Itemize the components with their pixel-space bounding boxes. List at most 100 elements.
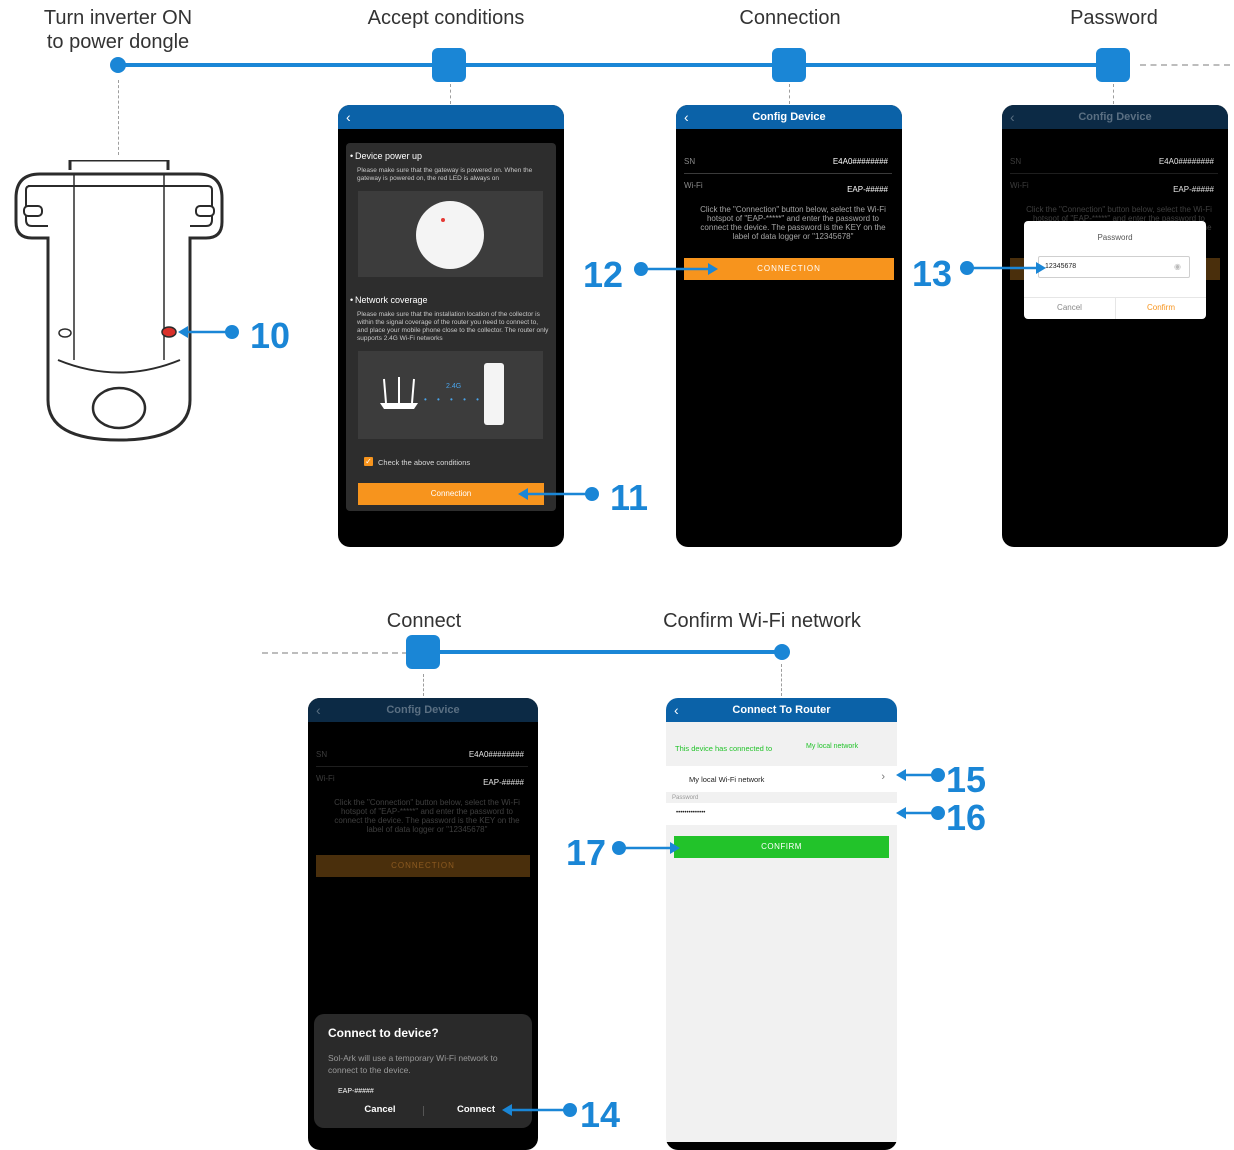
back-icon[interactable]: ‹ (346, 105, 351, 129)
router-icon (380, 377, 418, 409)
sn-divider (316, 766, 528, 767)
connection-button[interactable]: CONNECTION (316, 855, 530, 877)
phone-confirm-wifi: ‹ Connect To Router This device has conn… (666, 698, 897, 1150)
section2-text: Please make sure that the installation l… (357, 311, 549, 342)
connect-cancel-button[interactable]: Cancel (334, 1104, 426, 1115)
callout-arrow-12 (634, 262, 718, 276)
phone3-title: Config Device (1078, 111, 1152, 123)
timeline-node-connect (406, 635, 440, 669)
network-name: My local Wi-Fi network (689, 775, 765, 784)
callout-number-14: 14 (580, 1094, 621, 1135)
callout-arrow-16 (896, 806, 945, 820)
phone3-header: ‹ Config Device (1002, 105, 1228, 129)
band-label: 2.4G (446, 383, 462, 390)
collector-icon (484, 363, 504, 425)
wifi-password-input[interactable]: •••••••••••••• (666, 803, 897, 825)
connection-button[interactable]: Connection (358, 483, 544, 505)
timeline-end-dot (774, 644, 790, 660)
sn-row: SN E4A0######## (1010, 157, 1214, 166)
sn-label: SN (316, 750, 328, 759)
callout-number-12: 12 (583, 254, 624, 295)
step-label-connection: Connection (739, 7, 841, 29)
dongle-illustration (14, 160, 224, 442)
phone-connect: ‹ Config Device SN E4A0######## Wi-Fi EA… (308, 698, 538, 1150)
led-dot-icon (441, 218, 445, 222)
step-label-power: Turn inverter ON to power dongle (18, 6, 218, 54)
phone-connection: ‹ Config Device SN E4A0######## Wi-Fi EA… (676, 105, 902, 547)
step-label-power-line1: Turn inverter ON (43, 7, 193, 29)
step-label-password: Password (1070, 7, 1158, 29)
password-label: Password (672, 795, 699, 801)
section2-title: Network coverage (355, 295, 428, 305)
chevron-right-icon: › (881, 771, 885, 783)
phone2-header: ‹ Config Device (676, 105, 902, 129)
wifi-label: Wi-Fi (1010, 181, 1029, 190)
network-select[interactable]: My local Wi-Fi network › (666, 766, 897, 792)
connect-dialog-text: Sol-Ark will use a temporary Wi-Fi netwo… (328, 1053, 498, 1075)
phone-accept-conditions: ‹ Device power up • Please make sure tha… (338, 105, 564, 547)
section1-bullet: • (350, 151, 354, 161)
back-icon[interactable]: ‹ (684, 105, 689, 129)
timeline-node-password (1096, 48, 1130, 82)
connector-power (118, 80, 119, 155)
step-label-connect: Connect (386, 610, 462, 632)
phone4-header: ‹ Config Device (308, 698, 538, 722)
back-icon[interactable]: ‹ (1010, 105, 1015, 129)
password-dialog: Password 12345678 ◉ Cancel Confirm (1024, 221, 1206, 319)
wifi-value: EAP-##### (483, 778, 524, 787)
back-icon[interactable]: ‹ (316, 698, 321, 722)
status-bar: This device has connected to My local ne… (666, 722, 897, 760)
timeline-top (118, 63, 1118, 67)
callout-number-15: 15 (946, 759, 987, 800)
timeline-bottom-lead (262, 652, 408, 654)
sn-divider (684, 173, 892, 174)
phone5-header: ‹ Connect To Router (666, 698, 897, 722)
timeline-top-continuation (1140, 64, 1230, 66)
callout-arrow-13 (960, 261, 1046, 275)
sn-value: E4A0######## (468, 750, 524, 759)
confirm-button[interactable]: CONFIRM (674, 836, 889, 858)
section1-title: Device power up (355, 151, 423, 161)
step-label-confirm-wifi: Confirm Wi-Fi network (663, 610, 861, 632)
sn-label: SN (684, 157, 696, 166)
callout-arrow-14 (502, 1103, 577, 1117)
wifi-row: Wi-Fi EAP-##### (1010, 181, 1214, 194)
step-label-conditions: Accept conditions (367, 7, 525, 29)
sn-value: E4A0######## (1158, 157, 1214, 166)
callout-arrow-15 (896, 768, 945, 782)
callout-arrow-11 (518, 487, 599, 501)
timeline-bottom (424, 650, 782, 654)
section2-bullet: • (350, 295, 354, 305)
led-device-icon (416, 201, 484, 269)
wifi-value: EAP-##### (1173, 185, 1214, 194)
password-cancel-button[interactable]: Cancel (1024, 297, 1115, 319)
callout-number-10: 10 (250, 315, 291, 356)
status-text: This device has connected to (675, 744, 773, 753)
password-confirm-button[interactable]: Confirm (1116, 297, 1206, 319)
connector-confirm-wifi (781, 664, 782, 696)
connect-dialog-title: Connect to device? (328, 1026, 439, 1040)
connector-conditions (450, 84, 451, 104)
timeline-node-conditions (432, 48, 466, 82)
timeline-start-dot (110, 57, 126, 73)
sn-divider (1010, 173, 1218, 174)
callout-number-16: 16 (946, 797, 987, 838)
show-password-icon[interactable]: ◉ (1174, 262, 1181, 271)
password-input[interactable]: 12345678 ◉ (1038, 256, 1190, 278)
instructions-text: Click the "Connection" button below, sel… (700, 205, 886, 241)
wifi-value: EAP-##### (847, 185, 888, 194)
connector-password (1113, 84, 1114, 104)
back-icon[interactable]: ‹ (674, 698, 679, 722)
phone5-title: Connect To Router (732, 704, 831, 716)
checkbox[interactable]: ✓ (364, 457, 373, 466)
password-input-value: 12345678 (1045, 263, 1077, 270)
connector-connection (789, 84, 790, 104)
password-dialog-title: Password (1097, 233, 1133, 242)
status-network: My local network (806, 743, 859, 750)
wifi-row: Wi-Fi EAP-##### (316, 774, 524, 787)
instructions-text: Click the "Connection" button below, sel… (334, 798, 520, 834)
wifi-row: Wi-Fi EAP-##### (684, 181, 888, 194)
step-label-power-line2: to power dongle (46, 31, 190, 53)
connect-dialog: Connect to device? Sol-Ark will use a te… (314, 1014, 532, 1128)
sn-value: E4A0######## (832, 157, 888, 166)
